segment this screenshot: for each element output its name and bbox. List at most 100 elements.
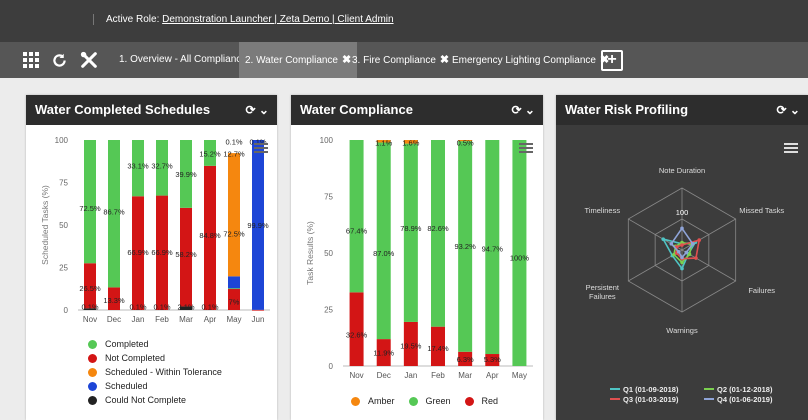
data-label: 0.1% [153, 303, 170, 312]
legend-item[interactable]: Scheduled - Within Tolerance [88, 365, 222, 379]
radar-point[interactable] [661, 237, 666, 241]
radar-point[interactable] [669, 242, 674, 246]
legend-item[interactable]: Amber [351, 394, 395, 408]
legend-label[interactable]: Q1 (01-09-2018) [623, 385, 679, 394]
y-axis-title: Scheduled Tasks (%) [40, 185, 50, 265]
legend-item[interactable]: Not Completed [88, 351, 222, 365]
legend-label[interactable]: Q4 (01-06-2019) [717, 395, 773, 404]
tab-fire-compliance[interactable]: 3. Fire Compliance ✖ [346, 42, 455, 78]
data-label: 13.3% [103, 296, 125, 305]
legend-item[interactable]: Completed [88, 337, 222, 351]
x-tick-label: Dec [107, 315, 121, 324]
tab-overview-all-compliance[interactable]: 1. Overview - All Compliance [113, 42, 253, 78]
legend-label: Completed [105, 339, 149, 349]
radar-axis-label: Persistent [586, 283, 620, 292]
refresh-icon[interactable] [49, 50, 69, 70]
bar-segment[interactable] [228, 153, 240, 277]
data-label: 15.2% [199, 150, 221, 159]
radar-point[interactable] [690, 242, 695, 246]
y-tick-label: 25 [59, 264, 68, 273]
panel-controls-icon[interactable]: ⟳ ⌄ [512, 95, 535, 125]
radar-point[interactable] [680, 243, 684, 247]
chart-legend: Amber Green Red [351, 394, 498, 408]
tab-label: 2. Water Compliance [245, 55, 338, 66]
tab-water-compliance[interactable]: 2. Water Compliance ✖ [239, 42, 358, 78]
panel-header: Water Completed Schedules ⟳ ⌄ [26, 95, 277, 125]
bar-segment[interactable] [84, 140, 96, 264]
x-tick-label: Jan [132, 315, 145, 324]
risk-profiling-radar: Note Duration Missed Tasks Failures Warning… [585, 166, 785, 404]
tab-label: Emergency Lighting Compliance [452, 55, 596, 66]
data-label: 0.1% [201, 303, 218, 312]
x-tick-label: Apr [486, 371, 499, 380]
x-tick-label: Jun [252, 315, 265, 324]
radar-point[interactable] [680, 226, 684, 231]
data-label: 32.6% [346, 330, 368, 339]
radar-axis-label: Missed Tasks [739, 206, 784, 215]
data-label: 93.2% [455, 242, 477, 251]
tab-emergency-lighting-compliance[interactable]: Emergency Lighting Compliance ✖ [446, 42, 615, 78]
data-label: 2.1% [177, 303, 194, 312]
bar-segment[interactable] [252, 309, 264, 311]
data-label: 0.1% [81, 303, 98, 312]
radar-max-label: 100 [676, 208, 689, 217]
radar-point[interactable] [684, 250, 689, 255]
bar-segment[interactable] [228, 276, 240, 289]
grid-icon[interactable] [21, 50, 41, 70]
data-label: 82.6% [427, 224, 449, 233]
data-label: 84.8% [199, 231, 221, 240]
radar-point[interactable] [694, 256, 698, 260]
active-role-link[interactable]: Demonstration Launcher | Zeta Demo | Cli… [162, 14, 393, 25]
legend-item[interactable]: Scheduled [88, 379, 222, 393]
chart-menu-icon[interactable] [784, 141, 798, 155]
x-tick-label: Nov [349, 371, 363, 380]
data-label: 100% [510, 254, 530, 263]
legend-item[interactable]: Red [464, 394, 498, 408]
radar-point[interactable] [676, 250, 681, 254]
legend-item[interactable]: Could Not Complete [88, 393, 222, 407]
chart-menu-icon[interactable] [254, 141, 268, 155]
data-label: 66.9% [151, 248, 173, 257]
tools-icon[interactable] [79, 50, 99, 70]
data-label: 6.3% [457, 355, 474, 364]
data-label: 58.2% [175, 250, 197, 259]
data-label: 39.9% [175, 170, 197, 179]
radar-axis-label: Failures [589, 292, 616, 301]
x-tick-label: Nov [83, 315, 97, 324]
bar-segment[interactable] [349, 140, 364, 293]
legend-item[interactable]: Green [408, 394, 451, 408]
legend-label: Green [425, 396, 451, 406]
top-bar: Active Role: Demonstration Launcher | Ze… [0, 0, 808, 42]
bar-segment[interactable] [349, 292, 364, 366]
data-label: 0.5% [457, 138, 474, 147]
x-tick-label: May [226, 315, 241, 324]
bar-segment[interactable] [376, 142, 391, 340]
panel-water-risk-profiling: Water Risk Profiling ⟳ ⌄ Note Duration Mi… [556, 95, 808, 420]
panel-controls-icon[interactable]: ⟳ ⌄ [246, 95, 269, 125]
radar-point[interactable] [680, 260, 684, 265]
panel-controls-icon[interactable]: ⟳ ⌄ [777, 95, 800, 125]
radar-point[interactable] [697, 238, 701, 242]
radar-point[interactable] [687, 252, 692, 257]
legend-marker [88, 339, 97, 349]
tab-label: 3. Fire Compliance [352, 55, 436, 66]
y-tick-label: 100 [55, 136, 69, 145]
data-label: 12.7% [223, 150, 245, 159]
data-label: 86.7% [103, 207, 125, 216]
x-tick-label: Feb [431, 371, 445, 380]
tab-bar: 1. Overview - All Compliance 2. Water Co… [0, 42, 808, 78]
chart-menu-icon[interactable] [519, 141, 533, 155]
water-compliance-chart: 0 25 50 75 100 Task Results (%) Nov Dec Jan Feb Ma… [305, 136, 533, 380]
legend-label[interactable]: Q2 (01-12-2018) [717, 385, 773, 394]
y-tick-label: 75 [324, 193, 333, 202]
active-role: Active Role: Demonstration Launcher | Ze… [93, 14, 394, 25]
radar-point[interactable] [680, 255, 684, 260]
add-tab-icon[interactable]: + [601, 50, 623, 71]
radar-point[interactable] [680, 266, 684, 271]
y-tick-label: 25 [324, 306, 333, 315]
bar-segment[interactable] [431, 140, 445, 327]
data-label: 0.1% [225, 138, 242, 147]
legend-label[interactable]: Q3 (01-03-2019) [623, 395, 679, 404]
bar-segment[interactable] [228, 288, 240, 290]
chart-legend: Completed Not Completed Scheduled - Within… [88, 337, 222, 407]
